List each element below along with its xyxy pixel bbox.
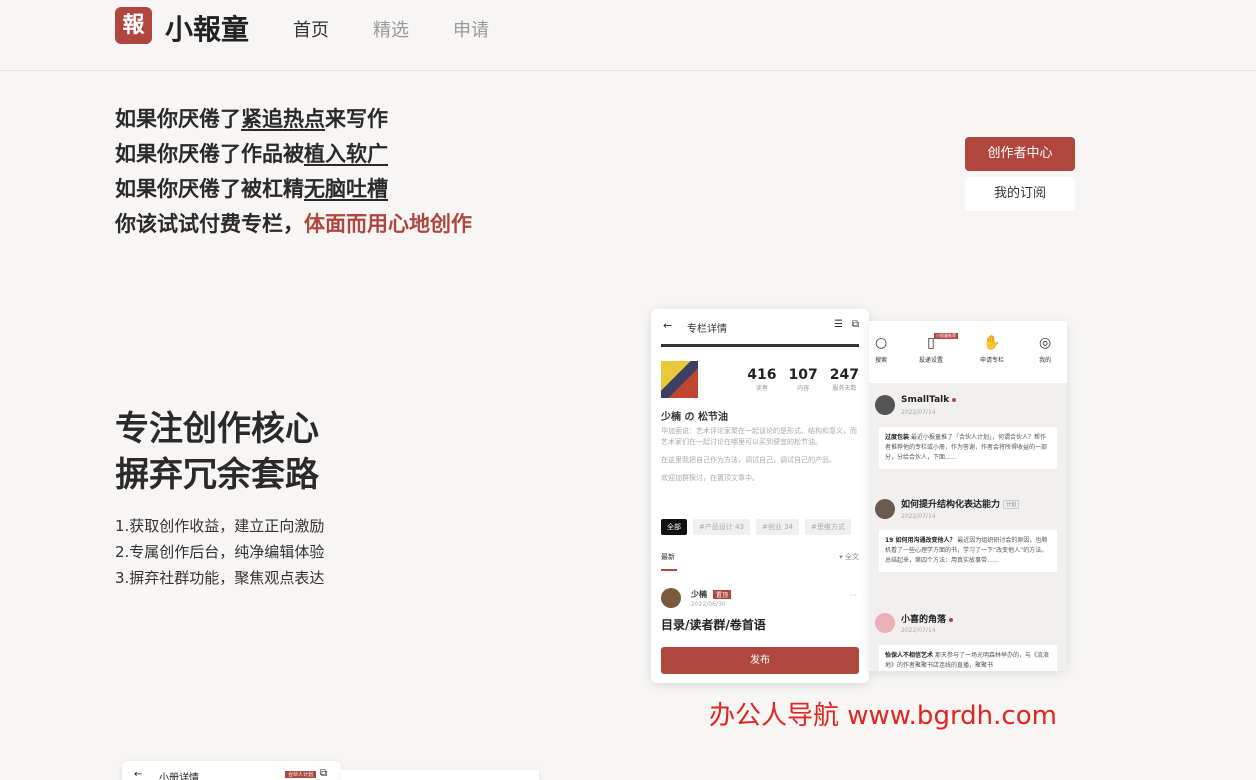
feature-item: 2.专属创作后台，纯净编辑体验: [115, 543, 325, 561]
tag-all: 全部: [661, 519, 687, 535]
logo-icon[interactable]: 報: [115, 7, 152, 44]
feed-author: 小喜的角落: [901, 612, 954, 625]
mockup-topbar: ← 专栏详情 ☰ ⧉: [663, 319, 859, 335]
hand-icon: ✋: [983, 335, 1001, 351]
post-author: 少楠: [691, 590, 707, 599]
column-cover-image: [661, 361, 698, 398]
active-underline: [661, 569, 677, 571]
creator-center-button[interactable]: 创作者中心: [965, 137, 1075, 171]
nav-apply[interactable]: 申请: [453, 16, 489, 42]
feed-mockup: ○ 搜索 ▯ 投递设置 小报童推荐 ✋ 申请专栏 ◎ 我的 SmallTalk 2022…: [869, 321, 1067, 671]
tag-item: #创业 34: [756, 519, 799, 535]
share-icon: ⧉: [320, 768, 328, 779]
back-arrow-icon: ←: [134, 769, 143, 780]
feed-card: 怡保人不相信艺术 那天参与了一场光明森林举办的，与《流浪地》的作者聚聚书店连线的…: [879, 645, 1057, 671]
pinned-badge: 置顶: [713, 590, 732, 599]
column-name: 少楠 の 松节油: [661, 412, 728, 423]
back-arrow-icon: ←: [663, 319, 673, 332]
feed-author: 如何提升结构化表达能力 计划: [901, 497, 1020, 510]
publish-button: 发布: [661, 647, 859, 674]
hero-line-3: 如果你厌倦了被杠精无脑吐槽: [115, 177, 388, 201]
brand-name[interactable]: 小報童: [165, 8, 249, 48]
filter-all: ▾ 全文: [839, 553, 859, 561]
main-nav: 首页 精选 申请: [293, 16, 489, 42]
hero-line-1: 如果你厌倦了紧追热点来写作: [115, 107, 388, 131]
tag-item: #思维方式: [805, 519, 851, 535]
more-icon: ···: [849, 591, 857, 600]
my-subscriptions-button[interactable]: 我的订阅: [965, 177, 1075, 211]
booklet-mockup: ← 小册详情 合伙人计划 ⧉: [122, 761, 341, 780]
top-header: 報 小報童 首页 精选 申请: [0, 0, 1256, 71]
stat-days: 247 服务天数: [829, 367, 859, 392]
partner-badge: 合伙人计划: [285, 771, 317, 778]
filter-icon: ☰: [834, 319, 843, 330]
stat-content: 107 内容: [788, 367, 818, 392]
feed-card: 19 如何用沟通改变他人？ 最近因为组织研讨会的原因，也顺机看了一些心理学方面的…: [879, 530, 1057, 572]
feed-card: 过度包装 最近小报童推了「合伙人计划」，何谓合伙人？帮作者推荐他的专栏或小册，作…: [879, 427, 1057, 469]
post-title: 目录/读者群/卷首语: [661, 618, 766, 632]
avatar: [875, 395, 895, 415]
nav-featured[interactable]: 精选: [373, 16, 409, 42]
hero-line-2: 如果你厌倦了作品被植入软广: [115, 142, 388, 166]
feature-item: 1.获取创作收益，建立正向激励: [115, 517, 325, 535]
tab-me: ◎ 我的: [1039, 335, 1052, 364]
avatar: [661, 588, 681, 608]
post-date: 2022/06/30: [691, 601, 726, 608]
avatar: [875, 499, 895, 519]
hero-text: 如果你厌倦了紧追热点来写作 如果你厌倦了作品被植入软广 如果你厌倦了被杠精无脑吐…: [115, 102, 472, 242]
feature-title: 专注创作核心 摒弃冗余套路: [115, 409, 319, 495]
recommend-badge: 小报童推荐: [934, 333, 958, 339]
hero-line-4: 你该试试付费专栏，体面而用心地创作: [115, 212, 472, 236]
feature-list: 1.获取创作收益，建立正向激励 2.专属创作后台，纯净编辑体验 3.摒弃社群功能…: [115, 513, 324, 591]
divider: [661, 344, 859, 347]
mockup-panel: [341, 770, 539, 780]
column-detail-mockup: ← 专栏详情 ☰ ⧉ 416 读者 107 内容 247 服务天数 少楠 の 松节油 …: [651, 309, 869, 683]
feature-item: 3.摒弃社群功能，聚焦观点表达: [115, 569, 325, 587]
tab-apply: ✋ 申请专栏: [980, 335, 1005, 364]
mockup-tabbar: ○ 搜索 ▯ 投递设置 小报童推荐 ✋ 申请专栏 ◎ 我的: [869, 321, 1067, 383]
avatar: [875, 613, 895, 633]
nav-home[interactable]: 首页: [293, 16, 329, 42]
share-icon: ⧉: [851, 319, 859, 330]
sort-latest: 最新: [661, 553, 675, 561]
user-icon: ◎: [1039, 335, 1052, 351]
tag-filter: 全部 #产品设计 43 #创业 34 #思维方式: [661, 519, 851, 535]
column-stats: 416 读者 107 内容 247 服务天数: [747, 367, 859, 392]
search-icon: ○: [875, 335, 888, 351]
tab-search: ○ 搜索: [875, 335, 888, 364]
watermark: 办公人导航 www.bgrdh.com: [709, 701, 1057, 731]
tab-delivery: ▯ 投递设置: [919, 335, 944, 364]
tag-item: #产品设计 43: [693, 519, 750, 535]
feed-author: SmallTalk: [901, 395, 957, 405]
stat-readers: 416 读者: [747, 367, 777, 392]
column-description: 毕加索说：艺术评论家聚在一起谈论的是形式、结构和意义，而艺术家们在一起讨论在哪里…: [661, 427, 857, 482]
